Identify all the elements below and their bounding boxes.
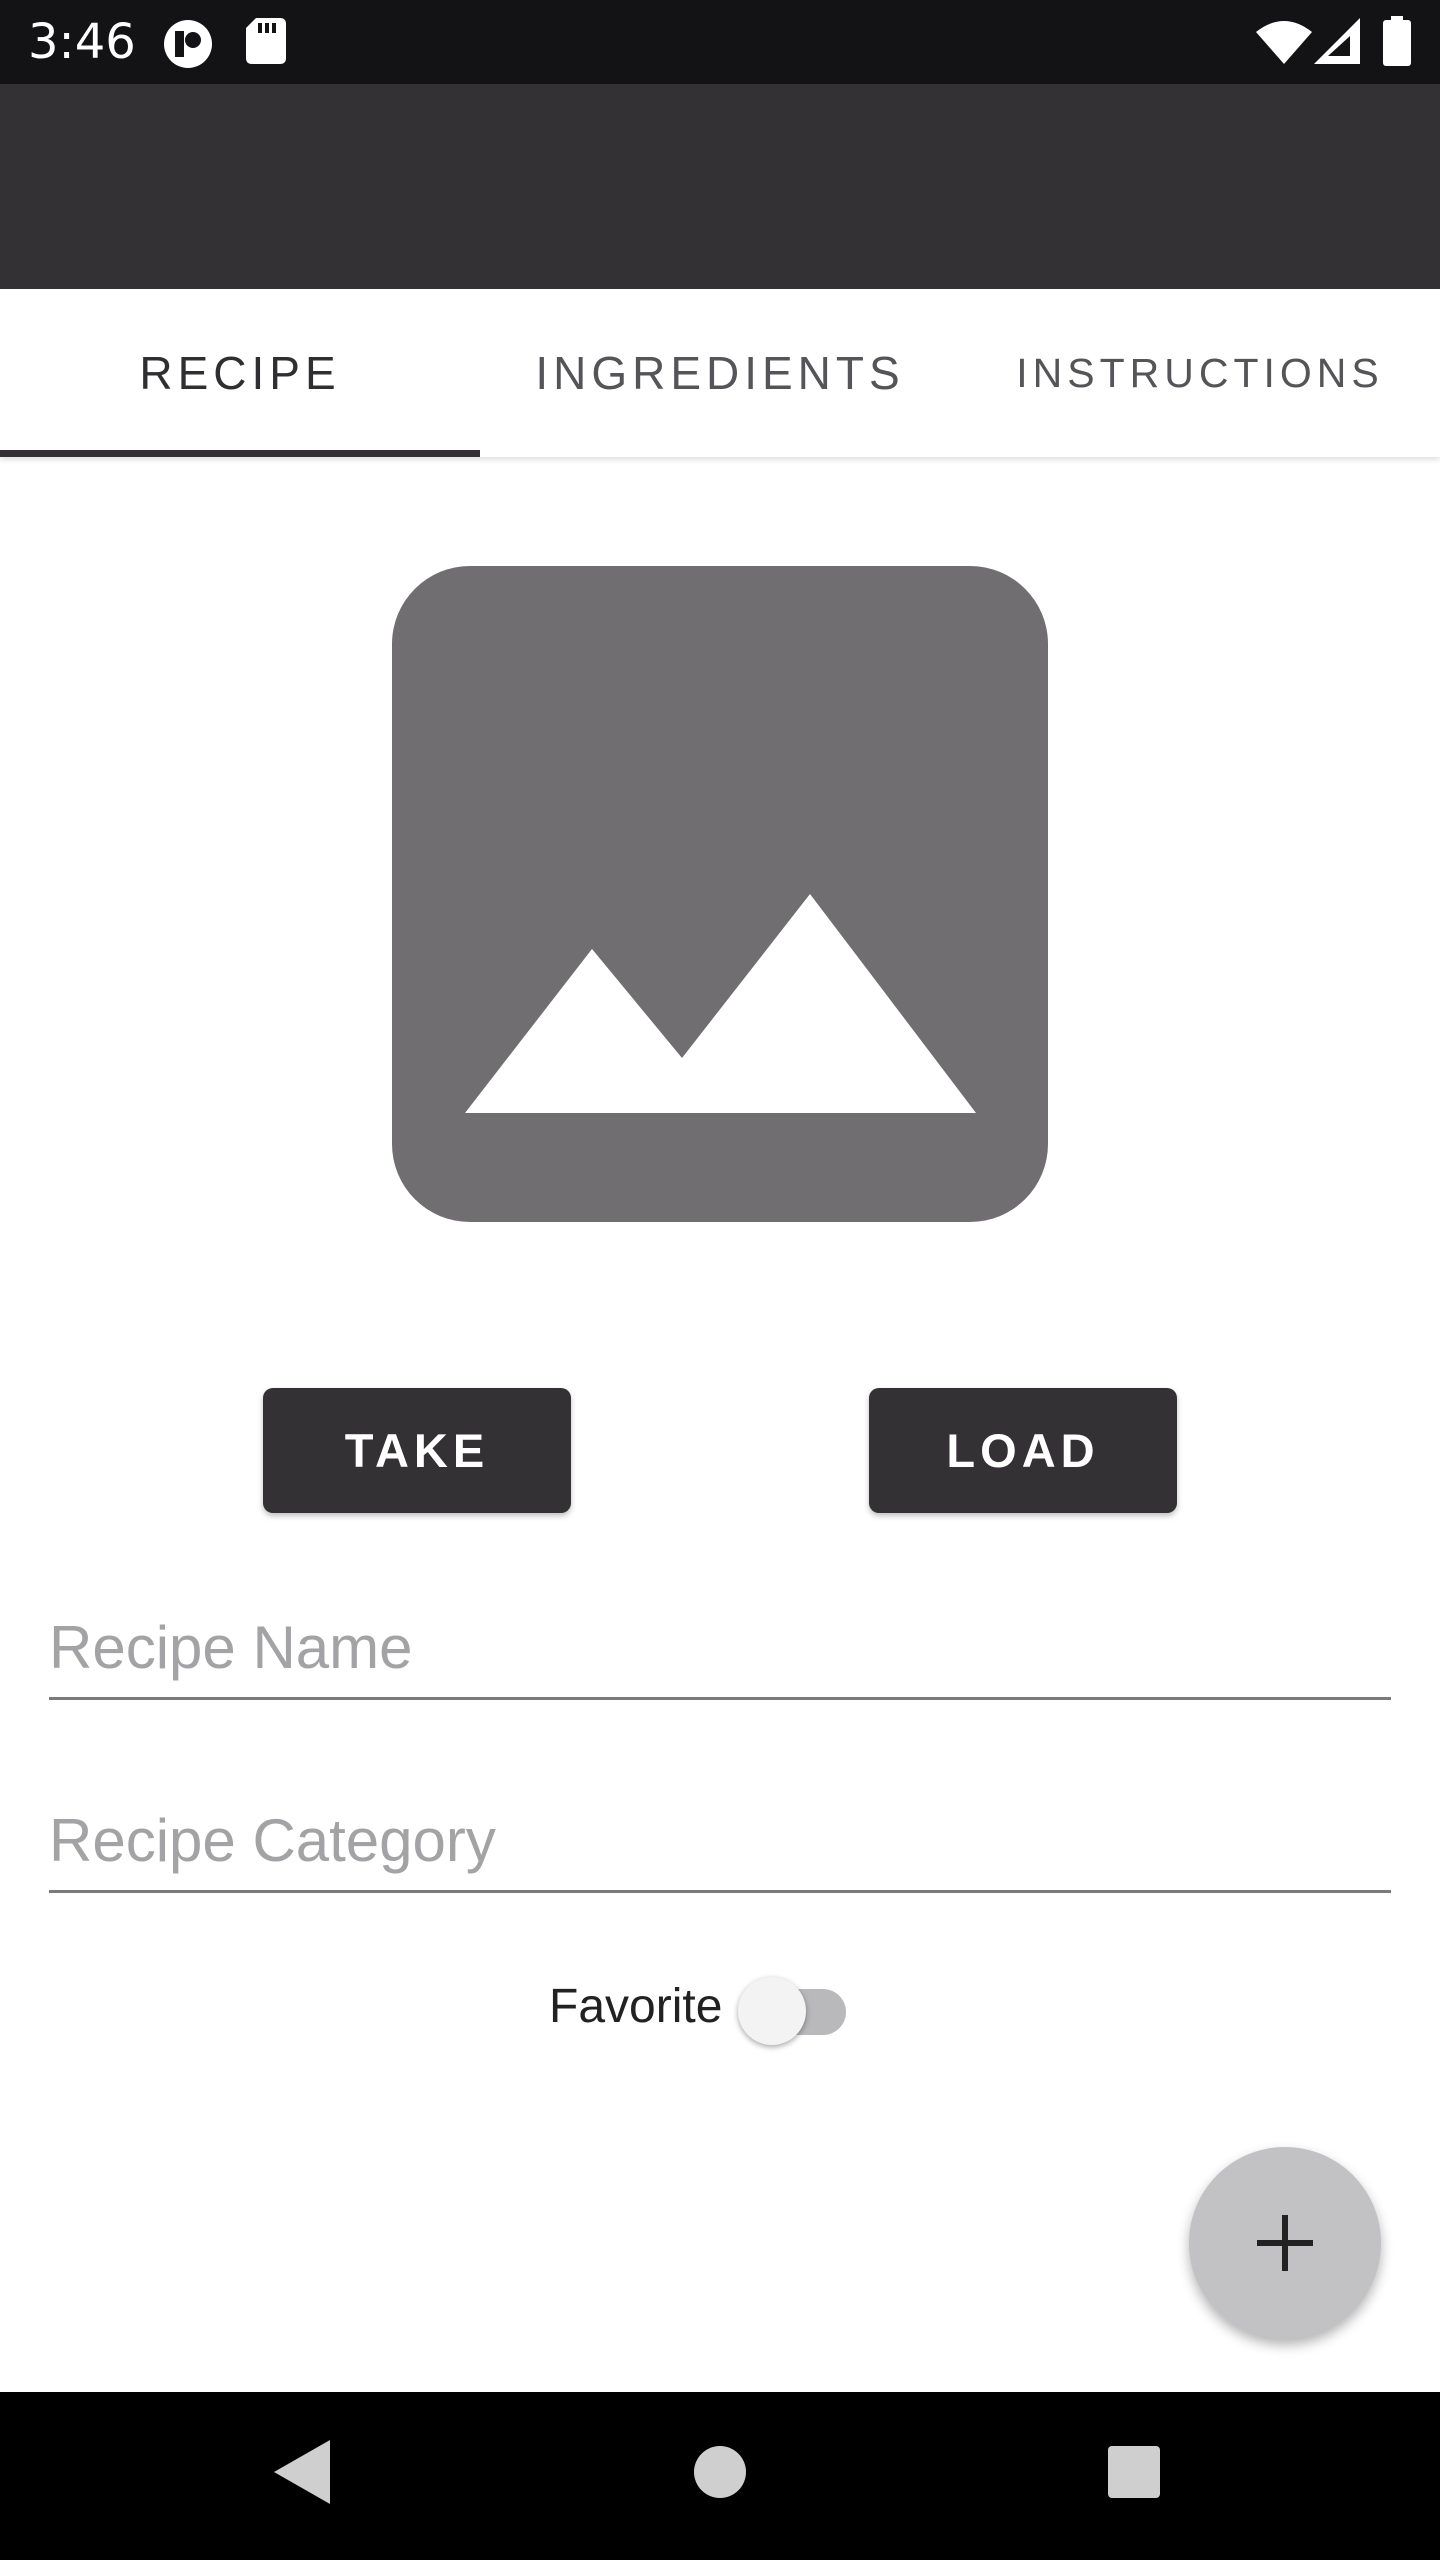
cast-icon xyxy=(162,18,214,75)
back-icon[interactable] xyxy=(270,2436,334,2513)
recipe-photo xyxy=(392,566,1048,1222)
plus-icon xyxy=(1257,2215,1313,2271)
sd-card-icon xyxy=(246,18,286,69)
battery-icon xyxy=(1383,16,1411,71)
recipe-category-field xyxy=(49,1783,1391,1893)
home-icon[interactable] xyxy=(688,2440,752,2509)
tab-label: INGREDIENTS xyxy=(535,347,905,399)
recipe-name-input[interactable] xyxy=(49,1607,1391,1687)
tab-ingredients[interactable]: INGREDIENTS xyxy=(480,289,960,457)
image-placeholder-icon xyxy=(392,566,1048,1222)
signal-icon xyxy=(1314,18,1360,69)
tab-label: INSTRUCTIONS xyxy=(1016,349,1384,396)
switch-thumb xyxy=(738,1977,806,2045)
app-bar xyxy=(0,84,1440,289)
navigation-bar xyxy=(0,2392,1440,2560)
tab-instructions[interactable]: INSTRUCTIONS xyxy=(960,289,1440,457)
add-fab-button[interactable] xyxy=(1189,2147,1381,2339)
recipe-category-input[interactable] xyxy=(49,1800,1391,1880)
load-button-label: LOAD xyxy=(946,1424,1100,1477)
tab-label: RECIPE xyxy=(139,347,341,399)
status-bar: 3:46 xyxy=(0,0,1440,84)
tab-bar: RECIPE INGREDIENTS INSTRUCTIONS xyxy=(0,289,1440,457)
recents-icon[interactable] xyxy=(1100,2438,1168,2511)
load-photo-button[interactable]: LOAD xyxy=(869,1388,1177,1513)
tab-recipe[interactable]: RECIPE xyxy=(0,289,480,457)
recipe-name-field xyxy=(49,1590,1391,1700)
favorite-label: Favorite xyxy=(549,1980,723,2033)
take-photo-button[interactable]: TAKE xyxy=(263,1388,571,1513)
take-button-label: TAKE xyxy=(344,1424,490,1477)
favorite-toggle[interactable] xyxy=(734,1967,854,2047)
status-time: 3:46 xyxy=(28,14,136,70)
wifi-icon xyxy=(1256,20,1312,69)
tab-indicator xyxy=(0,450,480,457)
